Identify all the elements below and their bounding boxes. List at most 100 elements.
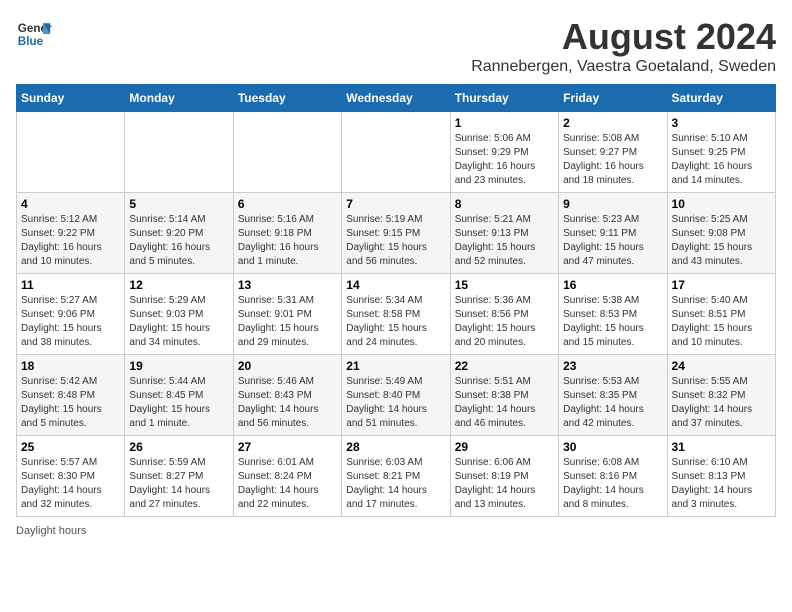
day-info: Sunrise: 5:36 AM Sunset: 8:56 PM Dayligh… [455,294,554,350]
day-number: 9 [563,197,662,211]
day-info: Sunrise: 5:16 AM Sunset: 9:18 PM Dayligh… [238,213,337,269]
calendar-cell: 20 Sunrise: 5:46 AM Sunset: 8:43 PM Dayli… [233,355,341,436]
calendar-week-row: 11Sunrise: 5:27 AM Sunset: 9:06 PM Dayli… [17,274,776,355]
day-number: 20 [238,359,337,373]
calendar-cell: 29Sunrise: 6:06 AM Sunset: 8:19 PM Dayli… [450,436,558,517]
day-number: 23 [563,359,662,373]
day-number: 21 [346,359,445,373]
calendar-cell: 6 Sunrise: 5:16 AM Sunset: 9:18 PM Daylig… [233,193,341,274]
calendar-cell: 28Sunrise: 6:03 AM Sunset: 8:21 PM Dayli… [342,436,450,517]
calendar-header-wednesday: Wednesday [342,85,450,112]
calendar-week-row: 4 Sunrise: 5:12 AM Sunset: 9:22 PM Daylig… [17,193,776,274]
calendar-header-sunday: Sunday [17,85,125,112]
header: General Blue August 2024 Rannebergen, Va… [16,16,776,76]
day-number: 28 [346,440,445,454]
calendar-cell: 25 Sunrise: 5:57 AM Sunset: 8:30 PM Dayli… [17,436,125,517]
day-number: 7 [346,197,445,211]
calendar-cell: 8 Sunrise: 5:21 AM Sunset: 9:13 PM Daylig… [450,193,558,274]
calendar-cell: 3 Sunrise: 5:10 AM Sunset: 9:25 PM Daylig… [667,112,775,193]
calendar-cell: 24 Sunrise: 5:55 AM Sunset: 8:32 PM Dayli… [667,355,775,436]
day-info: Sunrise: 5:57 AM Sunset: 8:30 PM Dayligh… [21,456,120,512]
day-info: Sunrise: 5:53 AM Sunset: 8:35 PM Dayligh… [563,375,662,431]
calendar-cell: 16Sunrise: 5:38 AM Sunset: 8:53 PM Dayli… [559,274,667,355]
day-number: 22 [455,359,554,373]
day-number: 15 [455,278,554,292]
day-number: 6 [238,197,337,211]
calendar-cell: 7 Sunrise: 5:19 AM Sunset: 9:15 PM Daylig… [342,193,450,274]
day-info: Sunrise: 5:08 AM Sunset: 9:27 PM Dayligh… [563,132,662,188]
calendar-cell: 27Sunrise: 6:01 AM Sunset: 8:24 PM Dayli… [233,436,341,517]
day-number: 4 [21,197,120,211]
calendar-cell [342,112,450,193]
day-number: 30 [563,440,662,454]
day-info: Sunrise: 5:55 AM Sunset: 8:32 PM Dayligh… [672,375,771,431]
calendar-cell: 1 Sunrise: 5:06 AM Sunset: 9:29 PM Daylig… [450,112,558,193]
svg-text:Blue: Blue [18,35,44,48]
footer: Daylight hours [16,525,776,537]
day-number: 24 [672,359,771,373]
logo: General Blue [16,16,52,52]
day-number: 25 [21,440,120,454]
day-info: Sunrise: 5:12 AM Sunset: 9:22 PM Dayligh… [21,213,120,269]
day-number: 13 [238,278,337,292]
day-number: 3 [672,116,771,130]
day-number: 18 [21,359,120,373]
day-number: 26 [129,440,228,454]
logo-icon: General Blue [16,16,52,52]
daylight-label: Daylight hours [16,525,86,537]
day-info: Sunrise: 5:27 AM Sunset: 9:06 PM Dayligh… [21,294,120,350]
calendar-cell: 23 Sunrise: 5:53 AM Sunset: 8:35 PM Dayli… [559,355,667,436]
calendar-cell: 31 Sunrise: 6:10 AM Sunset: 8:13 PM Dayli… [667,436,775,517]
calendar-header-tuesday: Tuesday [233,85,341,112]
day-number: 1 [455,116,554,130]
day-info: Sunrise: 5:29 AM Sunset: 9:03 PM Dayligh… [129,294,228,350]
calendar-cell: 14 Sunrise: 5:34 AM Sunset: 8:58 PM Dayli… [342,274,450,355]
day-info: Sunrise: 5:25 AM Sunset: 9:08 PM Dayligh… [672,213,771,269]
calendar-cell: 18 Sunrise: 5:42 AM Sunset: 8:48 PM Dayli… [17,355,125,436]
day-number: 8 [455,197,554,211]
location-subtitle: Rannebergen, Vaestra Goetaland, Sweden [471,58,776,76]
day-info: Sunrise: 5:23 AM Sunset: 9:11 PM Dayligh… [563,213,662,269]
day-info: Sunrise: 5:19 AM Sunset: 9:15 PM Dayligh… [346,213,445,269]
day-number: 17 [672,278,771,292]
calendar-cell: 30Sunrise: 6:08 AM Sunset: 8:16 PM Dayli… [559,436,667,517]
day-info: Sunrise: 5:42 AM Sunset: 8:48 PM Dayligh… [21,375,120,431]
calendar-cell: 9 Sunrise: 5:23 AM Sunset: 9:11 PM Daylig… [559,193,667,274]
calendar-cell: 19Sunrise: 5:44 AM Sunset: 8:45 PM Dayli… [125,355,233,436]
calendar-cell: 21 Sunrise: 5:49 AM Sunset: 8:40 PM Dayli… [342,355,450,436]
day-number: 10 [672,197,771,211]
day-info: Sunrise: 6:10 AM Sunset: 8:13 PM Dayligh… [672,456,771,512]
calendar-header-saturday: Saturday [667,85,775,112]
calendar-cell: 12 Sunrise: 5:29 AM Sunset: 9:03 PM Dayli… [125,274,233,355]
day-number: 31 [672,440,771,454]
calendar-cell [17,112,125,193]
calendar-table: SundayMondayTuesdayWednesdayThursdayFrid… [16,84,776,517]
day-info: Sunrise: 5:06 AM Sunset: 9:29 PM Dayligh… [455,132,554,188]
day-info: Sunrise: 5:46 AM Sunset: 8:43 PM Dayligh… [238,375,337,431]
calendar-cell: 26Sunrise: 5:59 AM Sunset: 8:27 PM Dayli… [125,436,233,517]
day-number: 29 [455,440,554,454]
calendar-cell: 22Sunrise: 5:51 AM Sunset: 8:38 PM Dayli… [450,355,558,436]
calendar-header-row: SundayMondayTuesdayWednesdayThursdayFrid… [17,85,776,112]
calendar-cell: 11Sunrise: 5:27 AM Sunset: 9:06 PM Dayli… [17,274,125,355]
month-year-title: August 2024 [471,16,776,58]
calendar-header-friday: Friday [559,85,667,112]
day-info: Sunrise: 5:38 AM Sunset: 8:53 PM Dayligh… [563,294,662,350]
day-info: Sunrise: 5:34 AM Sunset: 8:58 PM Dayligh… [346,294,445,350]
day-info: Sunrise: 5:14 AM Sunset: 9:20 PM Dayligh… [129,213,228,269]
day-info: Sunrise: 5:49 AM Sunset: 8:40 PM Dayligh… [346,375,445,431]
day-number: 27 [238,440,337,454]
calendar-week-row: 18 Sunrise: 5:42 AM Sunset: 8:48 PM Dayli… [17,355,776,436]
day-info: Sunrise: 5:21 AM Sunset: 9:13 PM Dayligh… [455,213,554,269]
calendar-cell: 4 Sunrise: 5:12 AM Sunset: 9:22 PM Daylig… [17,193,125,274]
day-number: 5 [129,197,228,211]
day-number: 12 [129,278,228,292]
day-info: Sunrise: 5:10 AM Sunset: 9:25 PM Dayligh… [672,132,771,188]
day-number: 19 [129,359,228,373]
calendar-cell: 17 Sunrise: 5:40 AM Sunset: 8:51 PM Dayli… [667,274,775,355]
day-info: Sunrise: 5:40 AM Sunset: 8:51 PM Dayligh… [672,294,771,350]
day-number: 14 [346,278,445,292]
calendar-cell: 10 Sunrise: 5:25 AM Sunset: 9:08 PM Dayli… [667,193,775,274]
calendar-cell: 13Sunrise: 5:31 AM Sunset: 9:01 PM Dayli… [233,274,341,355]
calendar-cell: 2Sunrise: 5:08 AM Sunset: 9:27 PM Daylig… [559,112,667,193]
